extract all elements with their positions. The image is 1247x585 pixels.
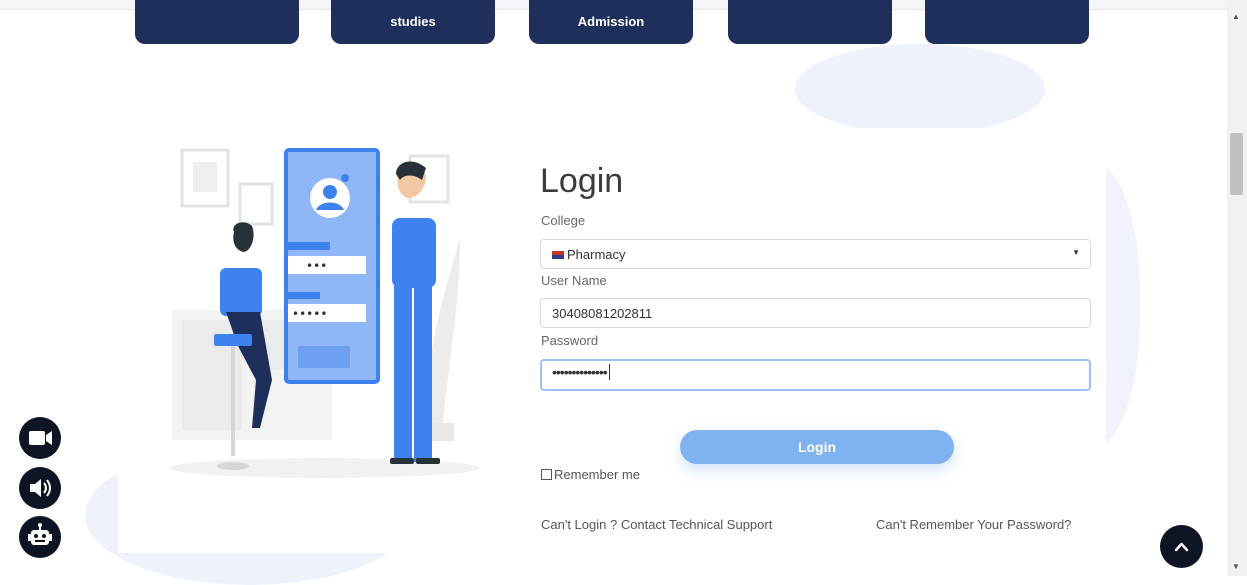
scroll-to-top-button[interactable] [1160,525,1203,568]
chatbot-button[interactable] [19,516,61,558]
nav-tile-label: studies [390,14,436,29]
username-input[interactable]: 30408081202811 [540,298,1091,328]
college-select[interactable]: Pharmacy ▼ [540,239,1091,269]
login-button[interactable]: Login [680,430,954,464]
remember-checkbox[interactable] [541,469,552,480]
scroll-up-arrow-icon[interactable]: ▲ [1232,12,1240,21]
page-title: Login [540,162,624,200]
contact-support-link[interactable]: Can't Login ? Contact Technical Support [541,517,772,532]
nav-tile-1[interactable] [135,0,299,44]
college-label: College [541,213,586,228]
illustration-field-mask: ••••• [292,307,327,321]
nav-tile-admission[interactable]: Admission [529,0,693,44]
password-label: Password [541,333,599,348]
scrollbar[interactable]: ▲ ▼ [1227,0,1247,576]
remember-me[interactable]: Remember me [541,467,640,482]
login-illustration: ••• ••••• [160,128,490,488]
dropdown-arrow-icon: ▼ [1072,248,1080,257]
remember-label: Remember me [554,467,640,482]
college-value: Pharmacy [567,247,626,262]
text-cursor [608,364,610,380]
robot-icon [28,523,52,545]
username-label: User Name [541,273,607,288]
video-camera-icon [29,431,52,445]
nav-tile-postgraduate-studies[interactable]: studies [331,0,495,44]
illustration-field-mask: ••• [306,259,327,273]
password-mask: •••••••••••••• [552,364,608,380]
video-call-button[interactable] [19,417,61,459]
nav-tile-4[interactable] [728,0,892,44]
speaker-icon [30,479,51,497]
password-input[interactable]: •••••••••••••• [540,359,1091,391]
nav-tile-5[interactable] [925,0,1089,44]
username-value: 30408081202811 [552,306,653,321]
scroll-down-arrow-icon[interactable]: ▼ [1232,562,1240,571]
nav-tile-label: Admission [577,14,645,29]
audio-button[interactable] [19,467,61,509]
scrollbar-thumb[interactable] [1230,133,1243,195]
background-shape [795,44,1045,134]
chevron-up-icon [1174,542,1189,552]
forgot-password-link[interactable]: Can't Remember Your Password? [876,517,1071,532]
flag-icon [552,251,564,259]
